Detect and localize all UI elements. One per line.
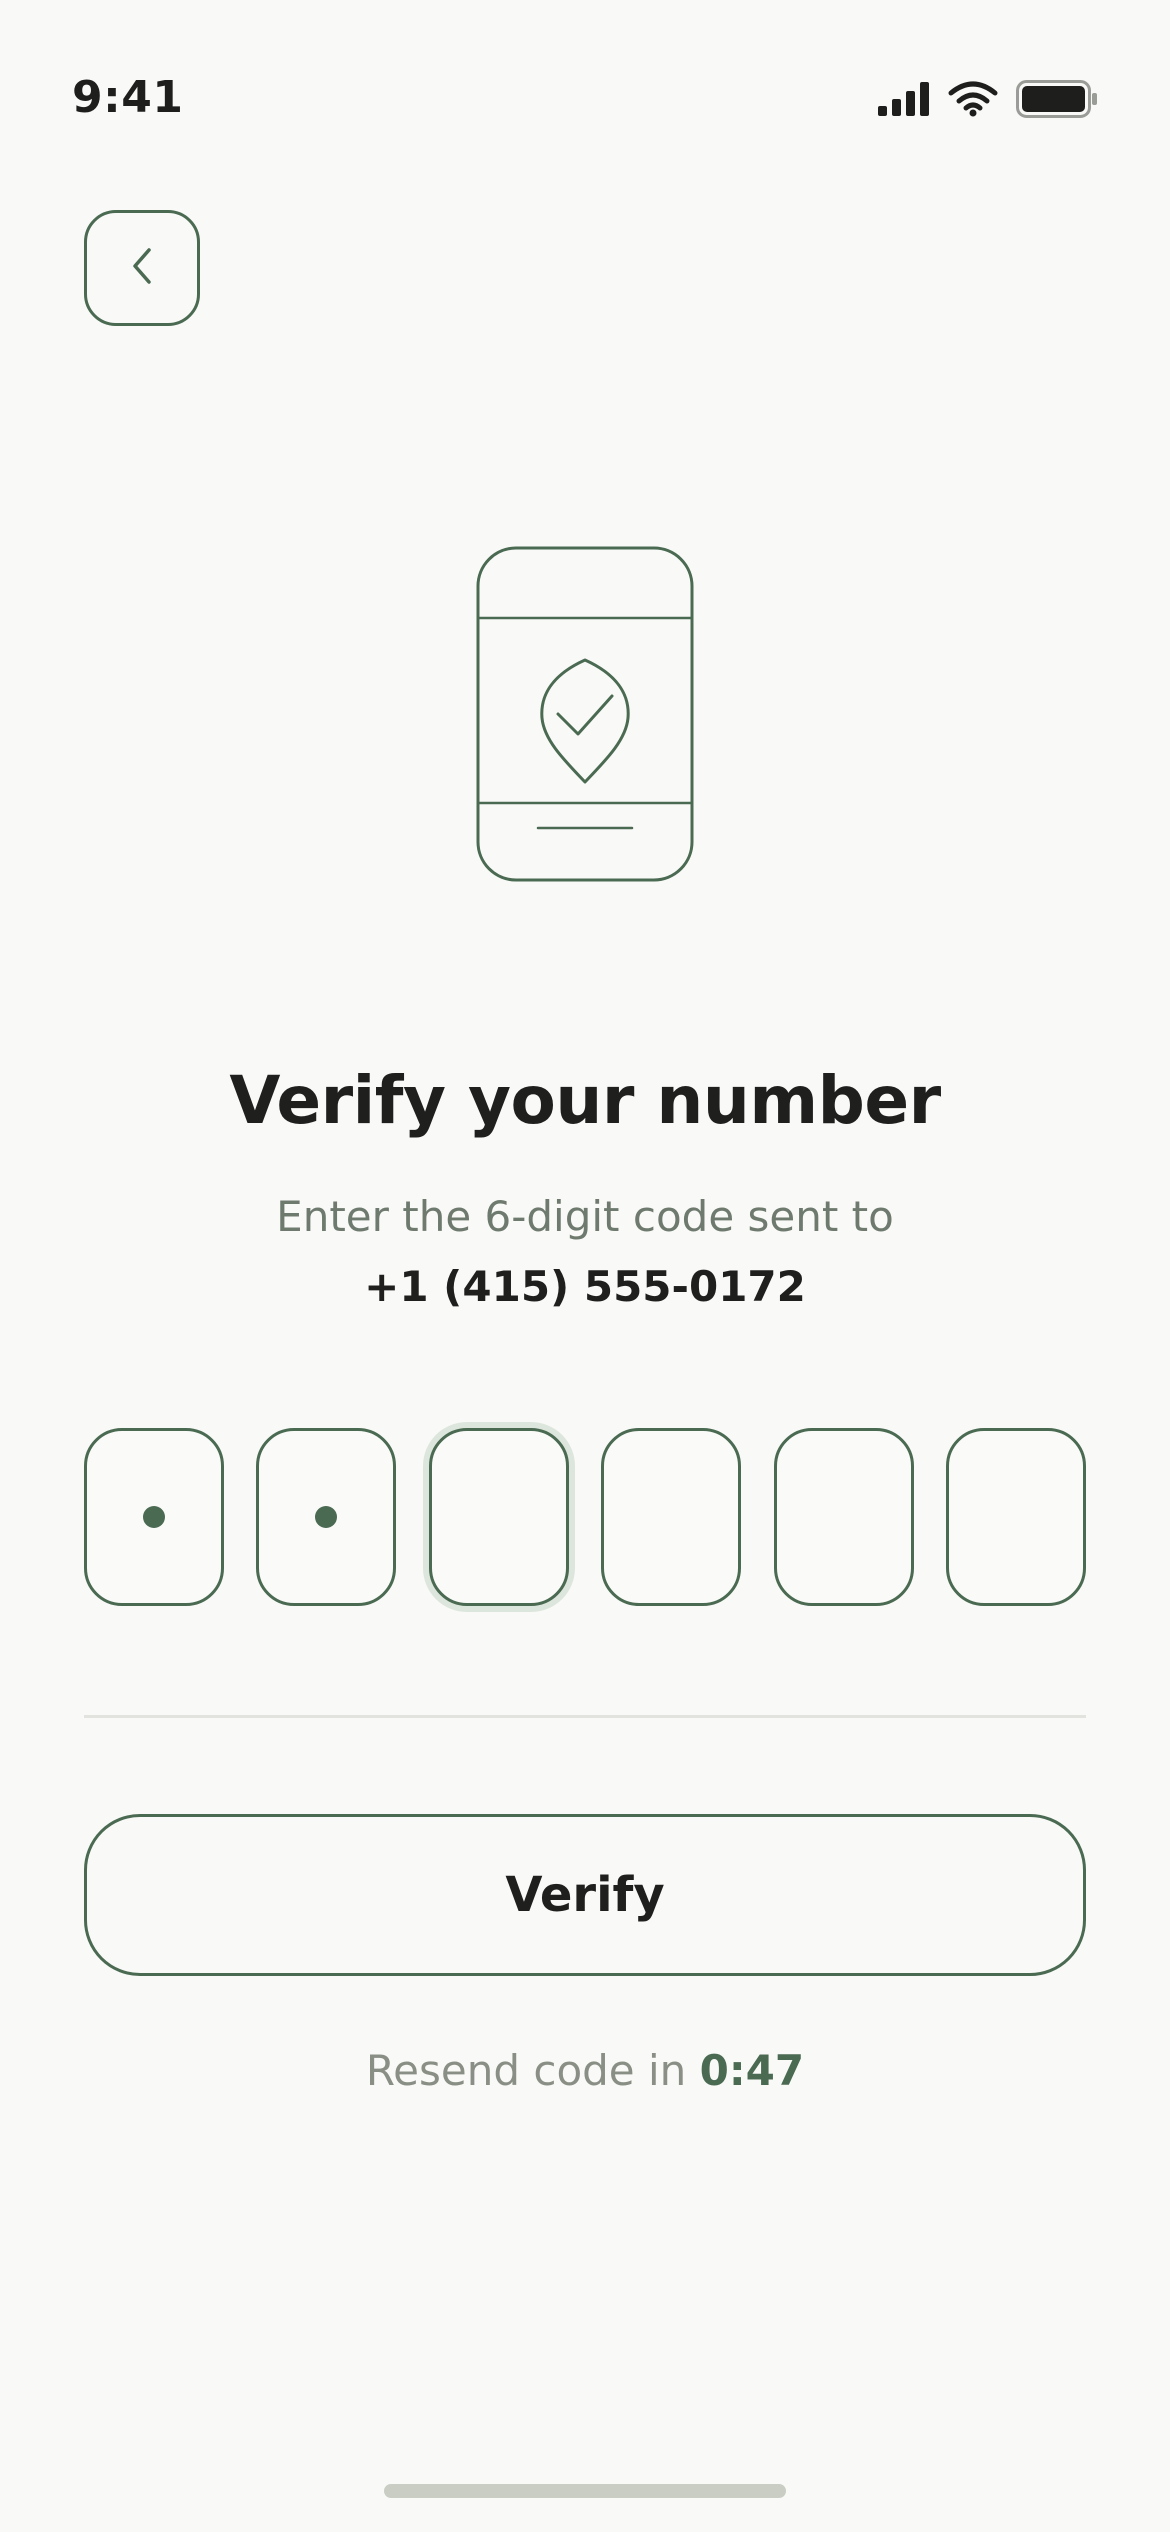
status-icons (878, 80, 1098, 118)
verify-button[interactable]: Verify (84, 1814, 1086, 1976)
masked-digit-dot (315, 1506, 338, 1528)
chevron-left-icon (127, 244, 157, 292)
home-indicator[interactable] (384, 2484, 786, 2498)
instruction-text: Enter the 6-digit code sent to (276, 1192, 894, 1241)
cellular-signal-icon (878, 82, 930, 116)
otp-digit-1[interactable] (84, 1428, 224, 1606)
phone-shield-check-icon (476, 546, 694, 882)
otp-input-group (84, 1428, 1086, 1606)
divider (84, 1715, 1086, 1718)
resend-countdown: Resend code in 0:47 (0, 2046, 1170, 2095)
resend-label: Resend code in (365, 2046, 700, 2095)
masked-digit-dot (143, 1506, 165, 1528)
verify-screen: 9:41 Verify your number Enter the 6-digi… (0, 0, 1170, 2532)
battery-icon (1016, 80, 1098, 118)
resend-timer: 0:47 (699, 2046, 805, 2095)
otp-digit-4[interactable] (601, 1428, 742, 1606)
phone-number: +1 (415) 555-0172 (364, 1262, 806, 1311)
back-button[interactable] (84, 210, 200, 326)
otp-digit-3[interactable] (428, 1428, 569, 1606)
otp-digit-5[interactable] (773, 1428, 914, 1606)
page-title: Verify your number (229, 1062, 941, 1139)
wifi-icon (948, 81, 998, 117)
otp-digit-2[interactable] (256, 1428, 397, 1606)
otp-digit-6[interactable] (945, 1428, 1086, 1606)
status-time: 9:41 (72, 72, 184, 123)
